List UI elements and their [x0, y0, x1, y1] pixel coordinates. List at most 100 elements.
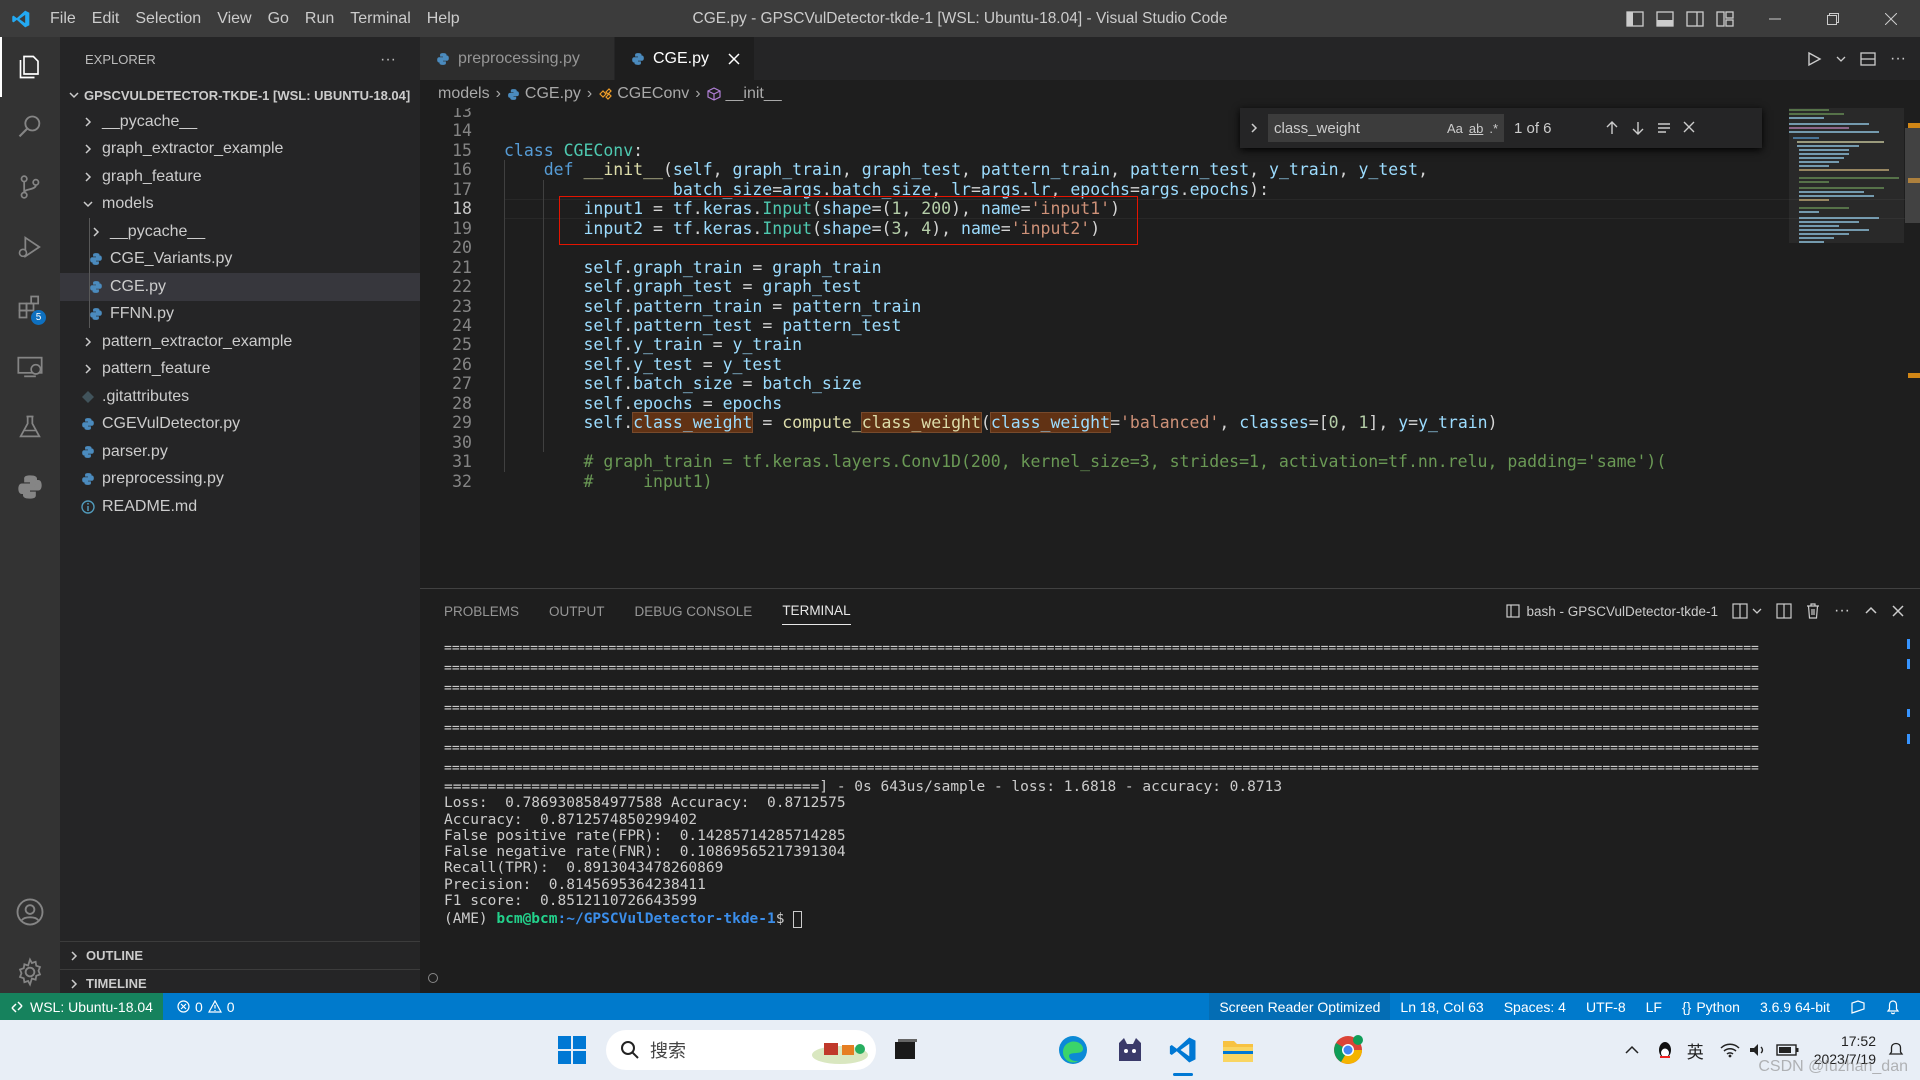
breadcrumb-method[interactable]: __init__ — [726, 85, 782, 103]
qq-penguin-icon[interactable] — [1657, 1040, 1673, 1060]
show-hidden-icons-chevron-up-icon[interactable] — [1625, 1045, 1639, 1055]
language-mode[interactable]: {} Python — [1672, 999, 1750, 1015]
maximize-panel-chevron-up-icon[interactable] — [1864, 604, 1878, 618]
menu-terminal[interactable]: Terminal — [342, 0, 418, 37]
task-view-icon[interactable] — [886, 1030, 926, 1070]
accounts-icon[interactable] — [0, 882, 60, 942]
tab-preprocessing[interactable]: preprocessing.py — [420, 37, 615, 80]
remote-explorer-icon[interactable] — [0, 337, 60, 397]
remote-indicator[interactable]: WSL: Ubuntu-18.04 — [0, 993, 163, 1020]
tree-folder[interactable]: graph_feature — [60, 163, 420, 191]
tree-file[interactable]: CGE_Variants.py — [60, 245, 420, 273]
feedback-icon[interactable] — [1840, 999, 1876, 1015]
terminal-name[interactable]: bash - GPSCVulDetector-tkde-1 — [1526, 604, 1718, 619]
chevron-down-icon[interactable] — [1752, 606, 1762, 616]
vscode-taskbar-icon[interactable] — [1163, 1030, 1203, 1076]
close-window-icon[interactable] — [1862, 0, 1920, 37]
tree-folder[interactable]: pattern_feature — [60, 356, 420, 384]
windows-start-icon[interactable] — [552, 1030, 592, 1070]
breadcrumb-class[interactable]: CGEConv — [617, 85, 689, 103]
tree-folder[interactable]: __pycache__ — [60, 218, 420, 246]
minimize-icon[interactable] — [1746, 0, 1804, 37]
testing-icon[interactable] — [0, 397, 60, 457]
more-actions-icon[interactable]: ··· — [1834, 602, 1850, 620]
customize-layout-icon[interactable] — [1710, 10, 1740, 27]
close-tab-icon[interactable] — [728, 52, 740, 65]
explorer-icon[interactable] — [0, 37, 60, 97]
tree-file[interactable]: FFNN.py — [60, 300, 420, 328]
whole-word-toggle[interactable]: ab — [1469, 121, 1483, 136]
chevron-down-icon[interactable] — [1836, 54, 1846, 64]
more-actions-icon[interactable]: ··· — [1890, 50, 1906, 68]
menu-go[interactable]: Go — [260, 0, 297, 37]
toggle-panel-icon[interactable] — [1650, 10, 1680, 27]
tab-problems[interactable]: PROBLEMS — [444, 604, 519, 619]
screen-reader-mode[interactable]: Screen Reader Optimized — [1209, 993, 1391, 1020]
end-of-line[interactable]: LF — [1636, 999, 1672, 1015]
editor-scrollbar[interactable] — [1905, 108, 1920, 588]
wifi-icon[interactable] — [1720, 1042, 1740, 1058]
next-match-arrow-down-icon[interactable] — [1630, 120, 1646, 136]
run-debug-icon[interactable] — [0, 217, 60, 277]
run-python-file-icon[interactable] — [1806, 51, 1822, 67]
notification-center-icon[interactable] — [1886, 1040, 1906, 1060]
app-cat-icon[interactable] — [1110, 1030, 1150, 1070]
kill-terminal-trash-icon[interactable] — [1806, 603, 1820, 619]
code-editor[interactable]: 13 14 15 class CGEConv: 16 def __init__(self… — [420, 108, 1920, 588]
volume-icon[interactable] — [1748, 1042, 1768, 1058]
workspace-root[interactable]: GPSCVULDETECTOR-TKDE-1 [WSL: UBUNTU-18.0… — [60, 82, 420, 108]
split-editor-icon[interactable] — [1860, 51, 1876, 67]
split-terminal-icon[interactable] — [1776, 603, 1792, 619]
terminal-output[interactable]: ========================================… — [444, 639, 1894, 929]
menu-help[interactable]: Help — [419, 0, 468, 37]
menu-selection[interactable]: Selection — [127, 0, 209, 37]
breadcrumb-file[interactable]: CGE.py — [525, 85, 581, 103]
python-interpreter[interactable]: 3.6.9 64-bit — [1750, 999, 1840, 1015]
new-terminal-split-icon[interactable] — [1732, 603, 1748, 619]
tree-folder[interactable]: models — [60, 191, 420, 219]
minimap[interactable] — [1789, 108, 1904, 588]
tree-file[interactable]: parser.py — [60, 438, 420, 466]
toggle-secondary-sidebar-icon[interactable] — [1680, 10, 1710, 27]
tab-output[interactable]: OUTPUT — [549, 604, 605, 619]
search-icon[interactable] — [0, 97, 60, 157]
breadcrumb-folder[interactable]: models — [438, 85, 490, 103]
menu-file[interactable]: File — [42, 0, 84, 37]
cursor-position[interactable]: Ln 18, Col 63 — [1390, 999, 1493, 1015]
chrome-browser-icon[interactable] — [1328, 1030, 1368, 1070]
python-icon[interactable] — [0, 457, 60, 517]
notifications-bell-icon[interactable] — [1876, 999, 1910, 1015]
terminal-prompt[interactable]: (AME) bcm@bcm:~/GPSCVulDetector-tkde-1$ — [444, 909, 1894, 929]
tab-terminal[interactable]: TERMINAL — [782, 603, 851, 625]
tree-folder[interactable]: pattern_extractor_example — [60, 328, 420, 356]
close-panel-icon[interactable] — [1892, 605, 1904, 617]
close-find-icon[interactable] — [1682, 120, 1696, 136]
tab-debug-console[interactable]: DEBUG CONSOLE — [635, 604, 753, 619]
find-in-selection-icon[interactable] — [1656, 120, 1672, 136]
explorer-more-button[interactable]: ··· — [380, 51, 396, 69]
tree-file[interactable]: CGE.py — [60, 273, 420, 301]
encoding[interactable]: UTF-8 — [1576, 999, 1636, 1015]
problems-indicator[interactable]: 0 0 — [167, 999, 245, 1015]
match-case-toggle[interactable]: Aa — [1447, 121, 1463, 136]
tab-cge[interactable]: CGE.py — [615, 37, 755, 80]
tree-file[interactable]: .gitattributes — [60, 383, 420, 411]
edge-browser-icon[interactable] — [1053, 1030, 1093, 1070]
find-input[interactable]: class_weight Aa ab .* — [1268, 114, 1504, 142]
outline-section[interactable]: OUTLINE — [60, 941, 420, 969]
tree-file[interactable]: preprocessing.py — [60, 466, 420, 494]
indentation[interactable]: Spaces: 4 — [1494, 999, 1576, 1015]
menu-view[interactable]: View — [209, 0, 259, 37]
source-control-icon[interactable] — [0, 157, 60, 217]
input-method-indicator[interactable]: 英 — [1687, 1038, 1704, 1063]
taskbar-search[interactable]: 搜索 — [606, 1030, 876, 1070]
toggle-replace-chevron-icon[interactable] — [1244, 122, 1264, 134]
previous-match-arrow-up-icon[interactable] — [1604, 120, 1620, 136]
menu-edit[interactable]: Edit — [84, 0, 128, 37]
tree-file[interactable]: README.md — [60, 493, 420, 521]
regex-toggle[interactable]: .* — [1489, 121, 1498, 136]
menu-run[interactable]: Run — [297, 0, 342, 37]
toggle-primary-sidebar-icon[interactable] — [1620, 10, 1650, 27]
tree-folder[interactable]: __pycache__ — [60, 108, 420, 136]
extensions-icon[interactable]: 5 — [0, 277, 60, 337]
